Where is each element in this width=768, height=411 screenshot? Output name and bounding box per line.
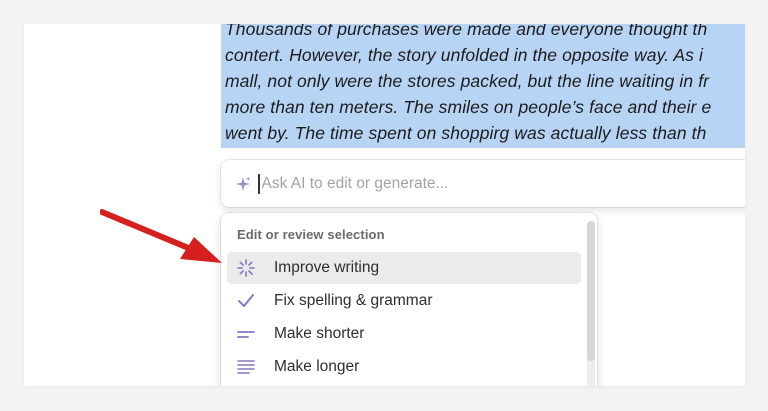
screenshot-stage: Thousands of purchases were made and eve…: [0, 0, 768, 411]
magic-wand-icon: [235, 257, 257, 279]
text-line: contert. However, the story unfolded in …: [225, 45, 703, 65]
menu-scrollbar[interactable]: [587, 221, 595, 386]
menu-item-label: Make shorter: [274, 325, 365, 342]
text-line: mall, not only were the stores packed, b…: [225, 71, 710, 91]
sparkle-icon: [234, 175, 252, 193]
short-lines-icon: [235, 323, 257, 345]
text-caret: [258, 173, 260, 194]
text-line: more than ten meters. The smiles on peop…: [225, 97, 712, 117]
menu-item-make-shorter[interactable]: Make shorter: [227, 318, 581, 350]
red-arrow-annotation: [100, 209, 222, 263]
ai-prompt-input[interactable]: [261, 174, 682, 193]
editor-canvas: Thousands of purchases were made and eve…: [24, 24, 745, 386]
text-line: went by. The time spent on shoppirg was …: [225, 123, 707, 143]
menu-item-fix-spelling[interactable]: Fix spelling & grammar: [227, 285, 581, 317]
menu-item-label: Fix spelling & grammar: [274, 292, 433, 309]
menu-item-improve-writing[interactable]: Improve writing: [227, 252, 581, 284]
menu-section-title: Edit or review selection: [237, 227, 385, 242]
long-lines-icon: [235, 356, 257, 378]
scrollbar-thumb[interactable]: [587, 221, 595, 361]
ai-actions-menu: Edit or review selection Improve writing: [221, 213, 597, 386]
selected-text-block[interactable]: Thousands of purchases were made and eve…: [221, 24, 745, 148]
menu-item-make-longer[interactable]: Make longer: [227, 351, 581, 383]
check-icon: [235, 290, 257, 312]
menu-item-label: Improve writing: [274, 259, 380, 276]
ai-prompt-bar[interactable]: [221, 160, 745, 207]
menu-item-label: Make longer: [274, 358, 360, 375]
text-line: Thousands of purchases were made and eve…: [225, 24, 708, 39]
